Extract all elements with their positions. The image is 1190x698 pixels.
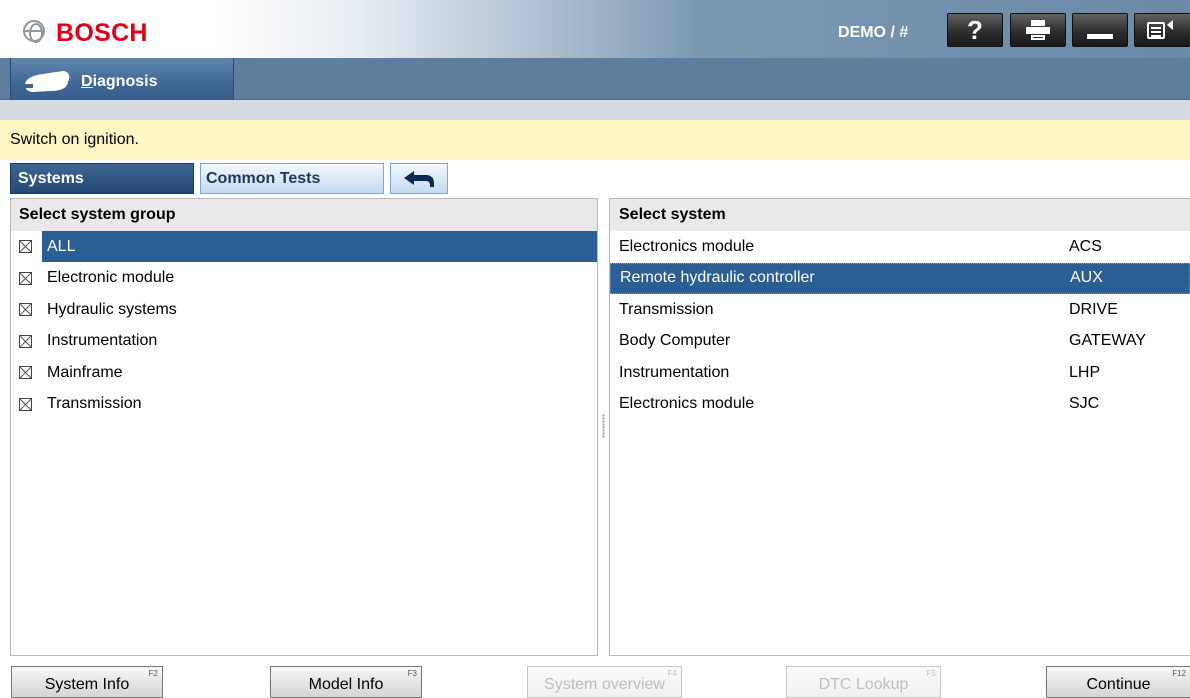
- checkbox-cross-icon[interactable]: [19, 271, 32, 285]
- list-item-label: Hydraulic systems: [47, 300, 177, 318]
- button-label: Model Info: [308, 676, 384, 693]
- list-item[interactable]: Hydraulic systems: [11, 294, 597, 326]
- list-item[interactable]: Mainframe: [11, 357, 597, 389]
- button-label: DTC Lookup: [818, 676, 909, 693]
- system-name: Electronics module: [619, 237, 755, 255]
- list-item-label: Transmission: [47, 395, 142, 413]
- window-switch-button[interactable]: [1134, 13, 1190, 47]
- table-row[interactable]: Instrumentation LHP: [610, 357, 1190, 389]
- session-label: DEMO / #: [838, 24, 909, 41]
- list-item[interactable]: Transmission: [11, 389, 597, 421]
- model-info-button[interactable]: Model Info F3: [270, 666, 422, 698]
- back-button[interactable]: [390, 163, 448, 194]
- system-code: SJC: [1069, 395, 1100, 413]
- system-overview-button[interactable]: System overview F4: [527, 666, 682, 698]
- list-item-label: ALL: [42, 231, 597, 263]
- nav-bar: Diagnosis: [0, 58, 1190, 106]
- list-item-label: Instrumentation: [47, 332, 158, 350]
- function-key-hint: F3: [407, 669, 417, 678]
- print-button[interactable]: [1010, 13, 1066, 47]
- system-code: DRIVE: [1069, 300, 1118, 318]
- table-row[interactable]: Electronics module ACS: [610, 231, 1190, 263]
- system-code: AUX: [1070, 269, 1103, 287]
- system-info-button[interactable]: System Info F2: [11, 666, 163, 698]
- continue-button[interactable]: Continue F12: [1046, 666, 1190, 698]
- footer-bar: System Info F2 Model Info F3 System over…: [0, 656, 1190, 698]
- button-label: System overview: [544, 676, 665, 693]
- minimize-button[interactable]: [1072, 13, 1128, 47]
- print-icon: [1026, 20, 1050, 40]
- system-group-header: Select system group: [11, 199, 597, 231]
- checkbox-cross-icon[interactable]: [19, 240, 32, 254]
- system-code: ACS: [1069, 237, 1102, 255]
- table-row[interactable]: Remote hydraulic controller AUX: [610, 262, 1190, 294]
- list-item-label: Mainframe: [47, 363, 123, 381]
- app-header: BOSCH DEMO / # ?: [0, 0, 1190, 58]
- help-button[interactable]: ?: [947, 13, 1003, 47]
- function-key-hint: F5: [926, 669, 936, 678]
- system-group-panel: Select system group ALL Electronic modul…: [10, 198, 598, 656]
- table-row[interactable]: Body Computer GATEWAY: [610, 326, 1190, 358]
- system-header: Select system: [610, 199, 1190, 231]
- minimize-icon: [1087, 33, 1113, 39]
- system-name: Instrumentation: [619, 363, 730, 381]
- table-row[interactable]: Transmission DRIVE: [610, 294, 1190, 326]
- table-row[interactable]: Electronics module SJC: [610, 389, 1190, 421]
- button-label: System Info: [44, 676, 130, 693]
- checkbox-cross-icon[interactable]: [19, 366, 32, 380]
- system-code: LHP: [1069, 363, 1101, 381]
- dtc-lookup-button[interactable]: DTC Lookup F5: [786, 666, 941, 698]
- tab-systems[interactable]: Systems: [10, 163, 194, 194]
- function-key-hint: F2: [148, 669, 158, 678]
- help-icon: ?: [967, 14, 983, 45]
- function-key-hint: F4: [667, 669, 677, 678]
- system-name: Transmission: [619, 300, 714, 318]
- function-key-hint: F12: [1172, 669, 1186, 678]
- panel-splitter[interactable]: [602, 414, 605, 438]
- status-message: Switch on ignition.: [0, 120, 1190, 160]
- checkbox-cross-icon[interactable]: [19, 334, 32, 348]
- separator-strip: [0, 100, 1190, 120]
- checkbox-cross-icon[interactable]: [19, 303, 32, 317]
- list-item-label: Electronic module: [47, 269, 175, 287]
- bosch-logo-icon: [23, 20, 45, 43]
- checkbox-cross-icon[interactable]: [19, 397, 32, 411]
- diagnosis-label: Diagnosis: [81, 72, 158, 90]
- list-item[interactable]: Electronic module: [11, 263, 597, 295]
- system-name: Body Computer: [619, 332, 731, 350]
- back-arrow-icon: [404, 170, 434, 187]
- system-code: GATEWAY: [1069, 332, 1147, 350]
- system-panel: Select system Electronics module ACS Rem…: [609, 198, 1190, 656]
- brand-name: BOSCH: [56, 19, 148, 47]
- system-name: Electronics module: [619, 395, 755, 413]
- tab-common-tests[interactable]: Common Tests: [200, 163, 384, 194]
- button-label: Continue: [1086, 676, 1151, 693]
- system-name: Remote hydraulic controller: [620, 269, 815, 287]
- list-item[interactable]: Instrumentation: [11, 326, 597, 358]
- diagnosis-tab[interactable]: Diagnosis: [10, 58, 234, 106]
- list-item[interactable]: ALL: [11, 231, 597, 263]
- window-switch-icon: [1146, 20, 1173, 40]
- car-diagnosis-icon: [25, 70, 70, 92]
